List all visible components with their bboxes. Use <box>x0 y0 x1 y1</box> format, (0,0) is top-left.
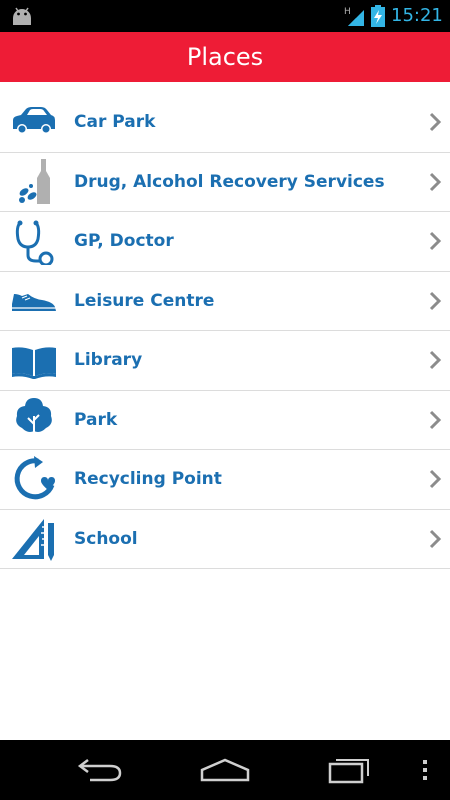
chevron-right-icon <box>429 232 442 251</box>
list-item-park[interactable]: Park <box>0 391 450 450</box>
list-item-label: Leisure Centre <box>74 290 215 311</box>
list-item-drug-alcohol-recovery[interactable]: Drug, Alcohol Recovery Services <box>0 153 450 212</box>
chevron-right-icon <box>429 410 442 429</box>
places-list: Car Park Drug, Alcohol Recovery Services… <box>0 93 450 569</box>
list-item-label: Drug, Alcohol Recovery Services <box>74 171 385 192</box>
list-item-leisure-centre[interactable]: Leisure Centre <box>0 272 450 331</box>
svg-text:H: H <box>344 7 351 17</box>
status-bar: H 15:21 <box>0 0 450 32</box>
list-item-label: Recycling Point <box>74 469 222 490</box>
list-item-label: Car Park <box>74 112 156 133</box>
back-icon[interactable] <box>76 756 124 784</box>
recycle-heart-icon <box>14 456 55 500</box>
list-item-school[interactable]: School <box>0 510 450 569</box>
list-item-label: Library <box>74 350 143 371</box>
set-square-pencil-icon <box>12 518 54 561</box>
clock: 15:21 <box>391 5 443 26</box>
list-item-label: Park <box>74 409 118 430</box>
list-item-car-park[interactable]: Car Park <box>0 93 450 153</box>
list-item-recycling-point[interactable]: Recycling Point <box>0 450 450 510</box>
battery-charging-icon <box>371 5 385 27</box>
signal-icon: H <box>344 7 364 26</box>
list-item-label: GP, Doctor <box>74 231 174 252</box>
chevron-right-icon <box>429 529 442 548</box>
stethoscope-icon <box>15 220 54 266</box>
system-nav-bar <box>0 740 450 800</box>
chevron-right-icon <box>429 113 442 132</box>
open-book-icon <box>12 347 56 380</box>
list-item-library[interactable]: Library <box>0 331 450 391</box>
page-title: Places <box>186 43 264 71</box>
recent-apps-icon[interactable] <box>326 754 374 784</box>
android-icon <box>13 7 31 25</box>
tree-icon <box>16 397 52 442</box>
overflow-menu-icon[interactable] <box>419 758 431 782</box>
car-icon <box>13 107 55 135</box>
list-item-gp-doctor[interactable]: GP, Doctor <box>0 212 450 272</box>
header-bar: Places <box>0 32 450 82</box>
chevron-right-icon <box>429 470 442 489</box>
home-icon[interactable] <box>198 756 252 784</box>
bottle-pills-icon <box>19 158 50 204</box>
trainer-shoe-icon <box>12 293 56 311</box>
list-item-label: School <box>74 528 138 549</box>
chevron-right-icon <box>429 291 442 310</box>
chevron-right-icon <box>429 172 442 191</box>
chevron-right-icon <box>429 351 442 370</box>
